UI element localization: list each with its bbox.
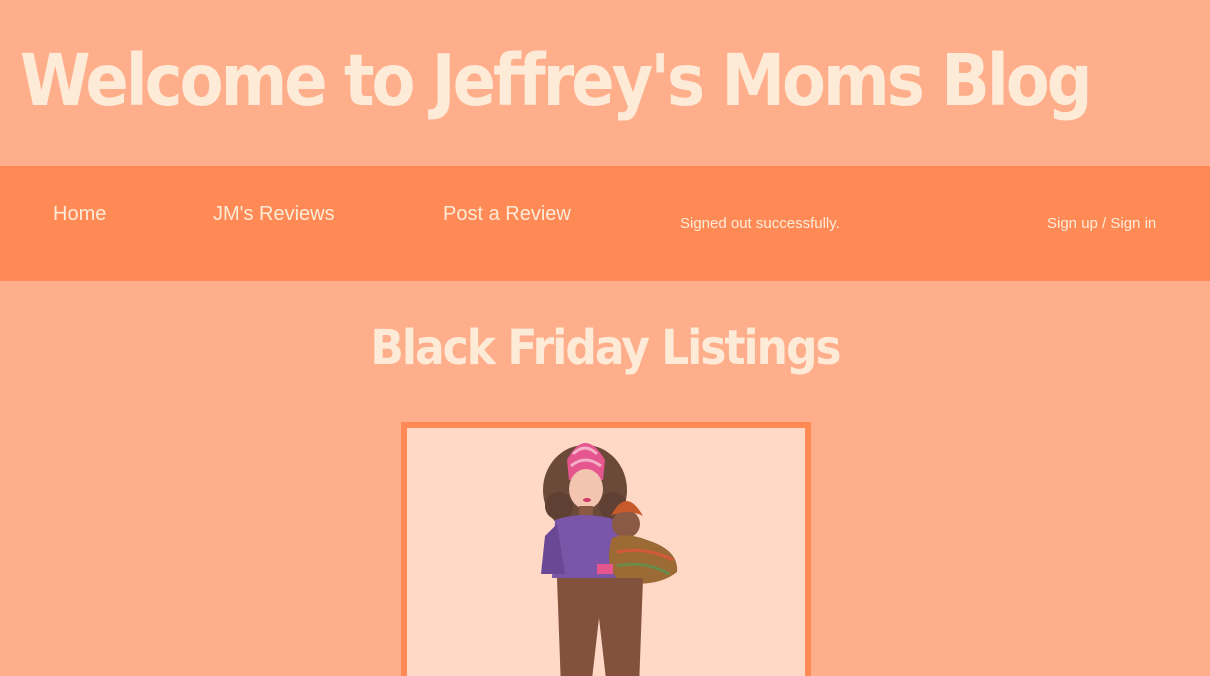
child-face-shape [612,510,640,538]
listings-heading: Black Friday Listings [370,320,841,377]
main-nav: Home JM's Reviews Post a Review Signed o… [0,166,1210,281]
mother-and-child-illustration [541,443,678,676]
page: Welcome to Jeffrey's Moms Blog Home JM's… [0,0,1210,676]
mother-face-shape [569,469,603,509]
child-dress-shape [609,535,678,584]
flash-message: Signed out successfully. [680,215,840,232]
pants-shape [557,578,643,676]
sign-up-sign-in-link[interactable]: Sign up / Sign in [1047,215,1156,232]
site-title: Welcome to Jeffrey's Moms Blog [20,40,1093,123]
listing-card[interactable] [401,422,811,676]
nav-reviews-link[interactable]: JM's Reviews [213,203,335,226]
nav-post-review-link[interactable]: Post a Review [443,203,571,226]
nav-home-link[interactable]: Home [53,203,106,226]
